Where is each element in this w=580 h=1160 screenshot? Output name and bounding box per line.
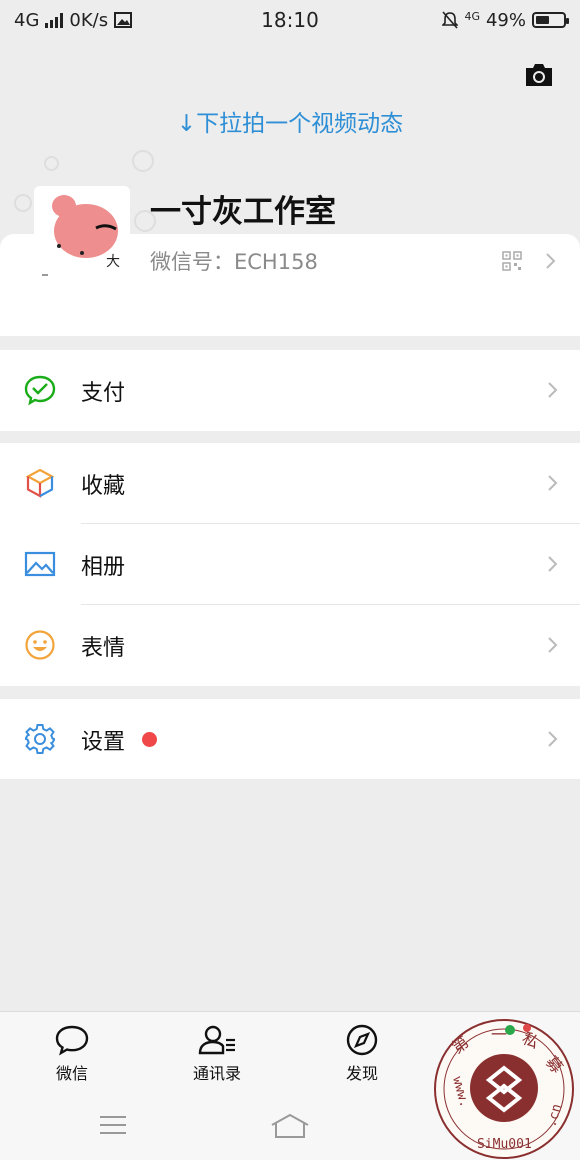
chevron-right-icon	[548, 637, 558, 653]
wechat-id: 微信号：ECH158	[150, 250, 318, 274]
menu-label-favorites: 收藏	[81, 473, 126, 499]
chevron-right-icon	[546, 253, 556, 269]
chevron-right-icon	[548, 475, 558, 491]
pay-icon	[24, 375, 56, 406]
notification-dot	[142, 732, 157, 747]
compass-icon	[346, 1024, 378, 1056]
qr-code-icon[interactable]	[502, 251, 522, 271]
nickname: 一寸灰工作室	[150, 194, 336, 230]
menu-item-settings[interactable]: 设置	[0, 699, 580, 780]
chevron-right-icon	[548, 731, 558, 747]
smiley-icon	[25, 630, 55, 660]
decor-bubble	[44, 156, 59, 171]
menu-label-pay: 支付	[81, 380, 126, 406]
decor-bubble	[132, 150, 154, 172]
pay-section: 支付	[0, 350, 580, 431]
contacts-icon	[198, 1025, 235, 1055]
menu-icon[interactable]	[98, 1113, 128, 1137]
menu-item-favorites[interactable]: 收藏	[0, 443, 580, 524]
camera-icon[interactable]	[524, 62, 554, 88]
album-picture-icon	[24, 551, 56, 577]
menu-item-stickers[interactable]: 表情	[0, 605, 580, 686]
chat-bubble-icon	[55, 1025, 89, 1056]
tab-label-contacts: 通讯录	[192, 1064, 241, 1083]
favorites-cube-icon	[25, 468, 55, 498]
menu-label-album: 相册	[81, 554, 126, 580]
svg-text:SiMu001: SiMu001	[477, 1137, 532, 1152]
svg-text:一: 一	[491, 1025, 507, 1044]
svg-text:大: 大	[106, 254, 120, 270]
avatar-image: 大	[34, 186, 130, 282]
gear-icon	[25, 724, 55, 754]
tab-chats[interactable]: 微信	[12, 1024, 132, 1084]
avatar[interactable]: 大	[34, 186, 130, 282]
menu-label-stickers: 表情	[81, 635, 126, 661]
home-icon[interactable]	[270, 1113, 310, 1139]
chevron-right-icon	[548, 382, 558, 398]
decor-bubble	[14, 194, 32, 212]
menu-label-settings: 设置	[81, 729, 126, 755]
tab-contacts[interactable]: 通讯录	[157, 1024, 277, 1084]
tab-discover[interactable]: 发现	[302, 1024, 422, 1084]
chevron-right-icon	[548, 556, 558, 572]
pull-down-hint[interactable]: ↓下拉拍一个视频动态	[0, 104, 580, 138]
status-bar: 4G 0K/s 18:10 4G 49%	[0, 0, 580, 40]
menu-item-pay[interactable]: 支付	[0, 350, 580, 431]
tab-label-chats: 微信	[55, 1064, 88, 1083]
battery-icon	[532, 12, 569, 28]
watermark-stamp: 第 一 私 募 www. SiMu001 .cn	[434, 1019, 574, 1159]
settings-section: 设置	[0, 699, 580, 779]
tab-label-discover: 发现	[345, 1064, 378, 1083]
clock: 18:10	[261, 8, 319, 32]
menu-item-album[interactable]: 相册	[0, 524, 580, 605]
content-section: 收藏 相册 表情	[0, 443, 580, 686]
